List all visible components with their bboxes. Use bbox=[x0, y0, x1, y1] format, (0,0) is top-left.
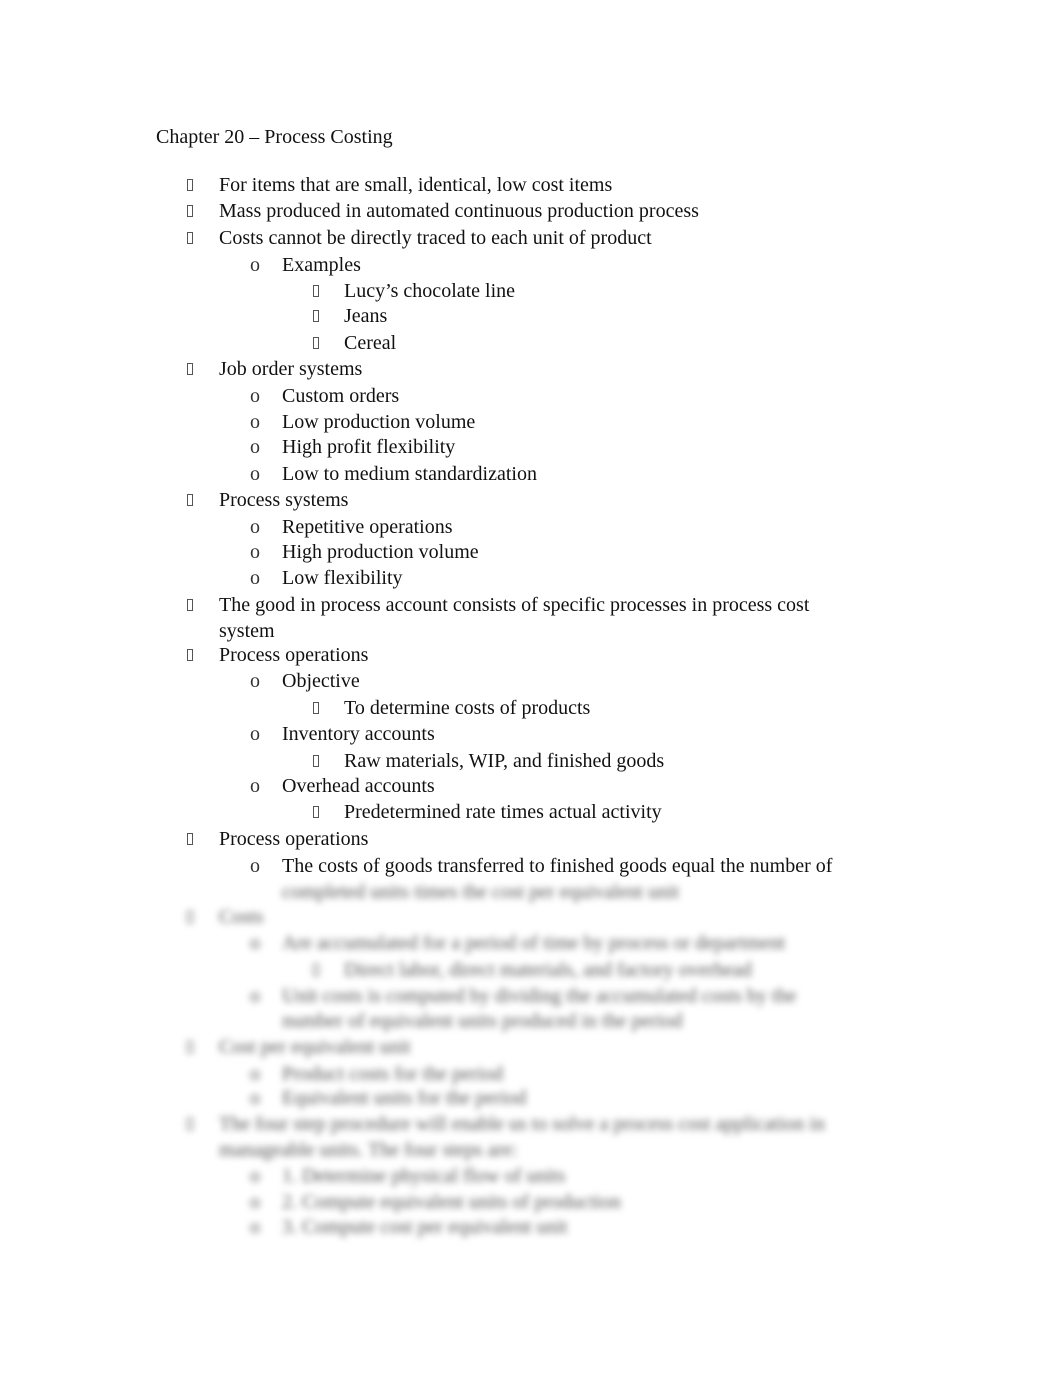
list-item: Lucy’s chocolate line bbox=[344, 280, 516, 302]
circle-bullet-icon: o bbox=[250, 541, 260, 563]
circle-bullet-icon: o bbox=[250, 1063, 260, 1085]
circle-bullet-icon: o bbox=[250, 516, 260, 538]
square-bullet-glyph bbox=[187, 494, 193, 506]
square-bullet-icon bbox=[187, 205, 193, 222]
square-bullet-icon bbox=[187, 649, 193, 666]
blurred-list-item: 1. Determine physical flow of units bbox=[282, 1165, 566, 1187]
blurred-list-item: Are accumulated for a period of time by … bbox=[282, 932, 786, 954]
blurred-list-item: Unit costs is computed by dividing the a… bbox=[282, 985, 797, 1007]
list-item: Raw materials, WIP, and finished goods bbox=[344, 750, 665, 772]
circle-bullet-icon: o bbox=[250, 670, 260, 692]
circle-bullet-icon: o bbox=[250, 1165, 260, 1187]
square-bullet-glyph bbox=[187, 363, 193, 375]
list-item: Predetermined rate times actual activity bbox=[344, 801, 662, 823]
blurred-list-item: The four step procedure will enable us t… bbox=[219, 1113, 825, 1135]
blurred-list-item: completed units times the cost per equiv… bbox=[282, 881, 680, 903]
list-item: system bbox=[219, 620, 275, 642]
list-item: High production volume bbox=[282, 541, 479, 563]
circle-bullet-icon: o bbox=[250, 775, 260, 797]
list-item: Overhead accounts bbox=[282, 775, 435, 797]
square-bullet-icon bbox=[187, 1041, 193, 1058]
square-bullet-icon bbox=[313, 310, 319, 327]
list-item: High profit flexibility bbox=[282, 436, 456, 458]
list-item: Costs cannot be directly traced to each … bbox=[219, 227, 652, 249]
list-item: Repetitive operations bbox=[282, 516, 453, 538]
square-bullet-icon bbox=[187, 179, 193, 196]
list-item: To determine costs of products bbox=[344, 697, 591, 719]
list-item: Examples bbox=[282, 254, 361, 276]
square-bullet-glyph bbox=[187, 911, 193, 923]
square-bullet-glyph bbox=[187, 599, 193, 611]
circle-bullet-icon: o bbox=[250, 985, 260, 1007]
circle-bullet-icon: o bbox=[250, 723, 260, 745]
document-page: Chapter 20 – Process Costing For items t… bbox=[0, 0, 1062, 1377]
list-item: Process systems bbox=[219, 489, 349, 511]
list-item: The costs of goods transferred to finish… bbox=[282, 855, 833, 877]
square-bullet-icon bbox=[313, 337, 319, 354]
list-item: Inventory accounts bbox=[282, 723, 435, 745]
square-bullet-glyph bbox=[187, 833, 193, 845]
square-bullet-glyph bbox=[313, 806, 319, 818]
square-bullet-icon bbox=[313, 702, 319, 719]
square-bullet-icon bbox=[187, 363, 193, 380]
square-bullet-icon bbox=[187, 232, 193, 249]
square-bullet-icon bbox=[187, 1118, 193, 1135]
square-bullet-glyph bbox=[187, 179, 193, 191]
list-item: Low production volume bbox=[282, 411, 476, 433]
circle-bullet-icon: o bbox=[250, 855, 260, 877]
square-bullet-icon bbox=[187, 494, 193, 511]
list-item: Jeans bbox=[344, 305, 388, 327]
list-item: For items that are small, identical, low… bbox=[219, 174, 613, 196]
circle-bullet-icon: o bbox=[250, 1087, 260, 1109]
circle-bullet-icon: o bbox=[250, 411, 260, 433]
circle-bullet-icon: o bbox=[250, 567, 260, 589]
blurred-list-item: 2. Compute equivalent units of productio… bbox=[282, 1191, 621, 1213]
square-bullet-glyph bbox=[313, 702, 319, 714]
blurred-list-item: Equivalent units for the period bbox=[282, 1087, 527, 1109]
square-bullet-glyph bbox=[313, 755, 319, 767]
blurred-list-item: 3. Compute cost per equivalent unit bbox=[282, 1216, 568, 1238]
square-bullet-icon bbox=[187, 599, 193, 616]
list-item: Mass produced in automated continuous pr… bbox=[219, 200, 699, 222]
list-item: Job order systems bbox=[219, 358, 363, 380]
circle-bullet-icon: o bbox=[250, 436, 260, 458]
blurred-list-item: Direct labor, direct materials, and fact… bbox=[344, 959, 752, 981]
list-item: Low to medium standardization bbox=[282, 463, 537, 485]
square-bullet-glyph bbox=[313, 964, 319, 976]
document-title: Chapter 20 – Process Costing bbox=[156, 126, 393, 148]
list-item: The good in process account consists of … bbox=[219, 594, 810, 616]
square-bullet-glyph bbox=[187, 1041, 193, 1053]
square-bullet-glyph bbox=[313, 285, 319, 297]
circle-bullet-icon: o bbox=[250, 932, 260, 954]
list-item: Objective bbox=[282, 670, 360, 692]
list-item: Process operations bbox=[219, 644, 369, 666]
circle-bullet-icon: o bbox=[250, 254, 260, 276]
square-bullet-glyph bbox=[187, 232, 193, 244]
square-bullet-glyph bbox=[313, 337, 319, 349]
blurred-list-item: Cost per equivalent unit bbox=[219, 1036, 411, 1058]
list-item: Cereal bbox=[344, 332, 397, 354]
circle-bullet-icon: o bbox=[250, 385, 260, 407]
square-bullet-glyph bbox=[187, 205, 193, 217]
square-bullet-icon bbox=[187, 911, 193, 928]
square-bullet-icon bbox=[313, 755, 319, 772]
circle-bullet-icon: o bbox=[250, 1216, 260, 1238]
circle-bullet-icon: o bbox=[250, 463, 260, 485]
circle-bullet-icon: o bbox=[250, 1191, 260, 1213]
blurred-list-item: manageable units. The four steps are: bbox=[219, 1139, 518, 1161]
blurred-list-item: number of equivalent units produced in t… bbox=[282, 1010, 683, 1032]
square-bullet-glyph bbox=[187, 1118, 193, 1130]
square-bullet-icon bbox=[187, 833, 193, 850]
square-bullet-icon bbox=[313, 285, 319, 302]
square-bullet-icon bbox=[313, 964, 319, 981]
square-bullet-glyph bbox=[313, 310, 319, 322]
blurred-list-item: Product costs for the period bbox=[282, 1063, 504, 1085]
blurred-list-item: Costs bbox=[219, 906, 264, 928]
list-item: Process operations bbox=[219, 828, 369, 850]
square-bullet-glyph bbox=[187, 649, 193, 661]
list-item: Low flexibility bbox=[282, 567, 403, 589]
square-bullet-icon bbox=[313, 806, 319, 823]
list-item: Custom orders bbox=[282, 385, 400, 407]
